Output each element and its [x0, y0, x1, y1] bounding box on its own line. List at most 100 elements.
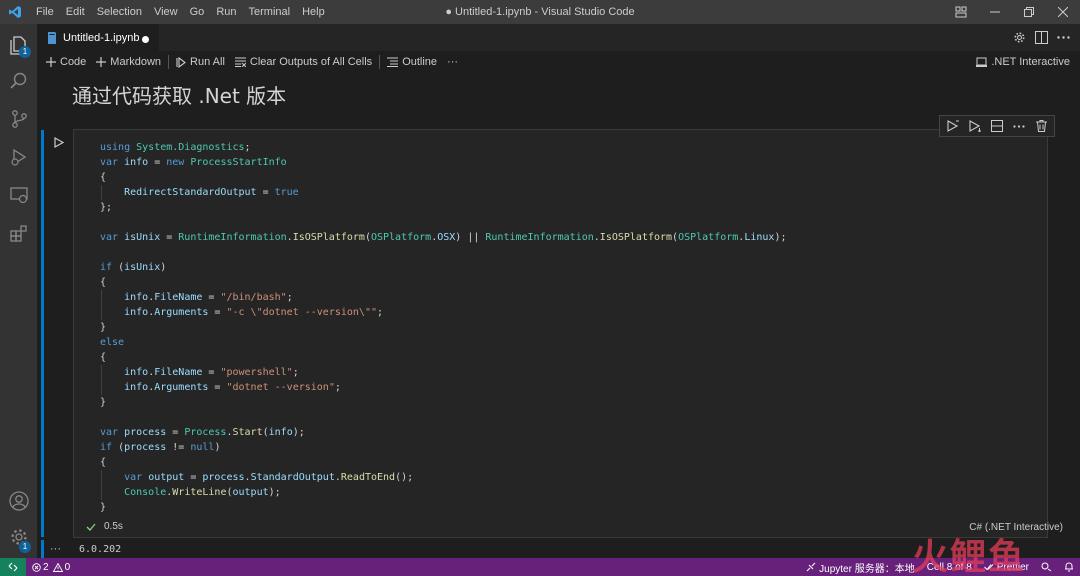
code-token: isUnix [124, 232, 161, 243]
code-line[interactable] [100, 410, 786, 425]
markdown-heading[interactable]: 通过代码获取 .Net 版本 [72, 80, 286, 109]
code-line[interactable]: if (isUnix) [100, 260, 786, 275]
code-token: process [202, 472, 245, 483]
prettier-indicator[interactable]: Prettier [978, 558, 1035, 576]
code-token: process [124, 442, 167, 453]
code-line[interactable]: else [100, 335, 786, 350]
run-above-button[interactable] [942, 116, 964, 136]
code-token: ); [292, 427, 305, 438]
code-line[interactable]: { [100, 170, 786, 185]
code-token: WriteLine [172, 487, 227, 498]
outline-button[interactable]: Outline [382, 51, 442, 73]
code-line[interactable]: { [100, 455, 786, 470]
source-control-icon[interactable] [0, 100, 37, 138]
run-below-button[interactable] [964, 116, 986, 136]
menu-help[interactable]: Help [296, 0, 331, 24]
more-actions-icon[interactable] [1052, 27, 1074, 49]
code-line[interactable]: info.FileName = "powershell"; [100, 365, 786, 380]
notifications-bell-icon[interactable] [1058, 558, 1080, 576]
remote-indicator-icon[interactable] [0, 558, 26, 576]
layout-icon[interactable] [944, 0, 978, 24]
execute-cell-button[interactable] [51, 134, 67, 150]
code-line[interactable]: info.Arguments = "-c \"dotnet --version\… [100, 305, 786, 320]
menu-run[interactable]: Run [210, 0, 242, 24]
cell-output: 6.0.202 [79, 544, 122, 555]
close-button[interactable] [1046, 0, 1080, 24]
tab-untitled-notebook[interactable]: Untitled-1.ipynb [37, 24, 159, 51]
code-line[interactable]: var output = process.StandardOutput.Read… [100, 470, 786, 485]
split-editor-icon[interactable] [1030, 27, 1052, 49]
vscode-logo-icon [0, 0, 30, 24]
restore-button[interactable] [1012, 0, 1046, 24]
menu-file[interactable]: File [30, 0, 60, 24]
notebook-settings-gear-icon[interactable] [1008, 27, 1030, 49]
kernel-picker[interactable]: .NET Interactive [976, 51, 1070, 73]
code-token: = [148, 157, 167, 168]
code-line[interactable]: info.FileName = "/bin/bash"; [100, 290, 786, 305]
code-line[interactable] [100, 215, 786, 230]
code-token: = [208, 307, 227, 318]
code-token: FileName [154, 292, 203, 303]
menu-terminal[interactable]: Terminal [243, 0, 297, 24]
code-token: Console [124, 487, 167, 498]
ellipsis-icon [1013, 124, 1025, 128]
connection-icon [806, 562, 816, 572]
cell-more-button[interactable] [1008, 116, 1030, 136]
code-line[interactable]: { [100, 350, 786, 365]
explorer-icon[interactable]: 1 [0, 26, 37, 64]
unsaved-dot-icon[interactable] [142, 36, 149, 43]
delete-cell-button[interactable] [1030, 116, 1052, 136]
code-token: = [202, 367, 221, 378]
code-line[interactable]: var process = Process.Start(info); [100, 425, 786, 440]
menu-view[interactable]: View [148, 0, 184, 24]
run-debug-icon[interactable] [0, 138, 37, 176]
menu-edit[interactable]: Edit [60, 0, 91, 24]
code-token: null [190, 442, 215, 453]
feedback-icon[interactable] [1035, 558, 1058, 576]
cell-language-label[interactable]: C# (.NET Interactive) [969, 522, 1063, 533]
problems-indicator[interactable]: 2 0 [26, 558, 76, 576]
jupyter-server-indicator[interactable]: Jupyter 服务器：本地 [800, 558, 921, 576]
output-actions-button[interactable]: ··· [50, 543, 61, 555]
run-all-button[interactable]: Run All [171, 51, 230, 73]
code-line[interactable]: } [100, 500, 786, 515]
code-line[interactable]: }; [100, 200, 786, 215]
settings-gear-icon[interactable]: 1 [0, 518, 37, 556]
cell-position-indicator[interactable]: Cell 8 of 8 [921, 558, 978, 576]
code-line[interactable]: } [100, 395, 786, 410]
minimize-button[interactable] [978, 0, 1012, 24]
code-line[interactable]: var isUnix = RuntimeInformation.IsOSPlat… [100, 230, 786, 245]
search-icon[interactable] [0, 62, 37, 100]
code-token: RuntimeInformation [485, 232, 594, 243]
code-token: "dotnet --version" [226, 382, 335, 393]
code-token: RuntimeInformation [178, 232, 287, 243]
menu-bar: File Edit Selection View Go Run Terminal… [30, 0, 331, 24]
code-line[interactable]: RedirectStandardOutput = true [100, 185, 786, 200]
code-line[interactable]: var info = new ProcessStartInfo [100, 155, 786, 170]
code-line[interactable] [100, 245, 786, 260]
code-line[interactable]: if (process != null) [100, 440, 786, 455]
add-markdown-cell-button[interactable]: Markdown [91, 51, 166, 73]
add-code-cell-button[interactable]: Code [41, 51, 91, 73]
code-token: info [124, 157, 149, 168]
add-code-label: Code [60, 56, 87, 68]
code-line[interactable]: Console.WriteLine(output); [100, 485, 786, 500]
menu-go[interactable]: Go [184, 0, 211, 24]
settings-badge: 1 [19, 541, 31, 553]
code-line[interactable]: { [100, 275, 786, 290]
clear-outputs-button[interactable]: Clear Outputs of All Cells [230, 51, 377, 73]
trash-icon [1035, 120, 1047, 132]
code-line[interactable]: using System.Diagnostics; [100, 140, 786, 155]
code-content[interactable]: using System.Diagnostics; var info = new … [100, 140, 786, 515]
split-cell-button[interactable] [986, 116, 1008, 136]
remote-explorer-icon[interactable] [0, 176, 37, 214]
code-token: info [268, 427, 293, 438]
code-line[interactable]: info.Arguments = "dotnet --version"; [100, 380, 786, 395]
title-bar: ● Untitled-1.ipynb - Visual Studio Code … [0, 0, 1080, 24]
code-line[interactable]: } [100, 320, 786, 335]
extensions-icon[interactable] [0, 214, 37, 252]
account-icon[interactable] [0, 482, 37, 520]
menu-selection[interactable]: Selection [91, 0, 148, 24]
toolbar-more-button[interactable]: ··· [442, 51, 463, 73]
